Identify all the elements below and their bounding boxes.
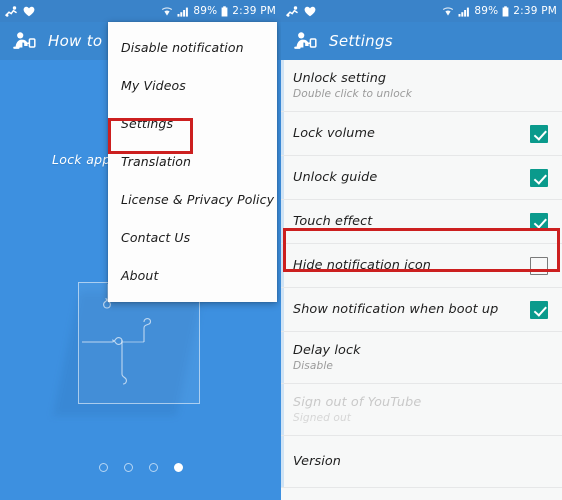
status-bar-right: 89% 2:39 PM bbox=[281, 0, 562, 22]
row-text-group: Show notification when boot up bbox=[293, 302, 520, 317]
page-dot-3[interactable] bbox=[148, 463, 158, 472]
wifi-icon bbox=[443, 6, 454, 16]
status-bar-left-icons bbox=[286, 5, 316, 17]
checkbox-hide-notification-icon[interactable] bbox=[530, 256, 548, 275]
status-bar-clock: 2:39 PM bbox=[232, 5, 276, 17]
menu-item-label: Contact Us bbox=[121, 229, 191, 245]
checkbox-touch-effect[interactable] bbox=[530, 212, 548, 231]
row-subtitle: Signed out bbox=[293, 412, 352, 424]
row-title: Unlock setting bbox=[293, 71, 387, 86]
row-subtitle: Double click to unlock bbox=[293, 88, 412, 100]
menu-item-license-privacy-policy[interactable]: License & Privacy Policy bbox=[108, 180, 277, 218]
status-bar-right-indicators: 89% 2:39 PM bbox=[161, 5, 276, 17]
menu-item-label: License & Privacy Policy bbox=[121, 191, 275, 207]
page-dot-4[interactable] bbox=[173, 463, 183, 472]
row-text-group: Sign out of YouTube Signed out bbox=[293, 395, 548, 424]
row-title: Unlock guide bbox=[293, 170, 378, 185]
settings-row-unlock-setting[interactable]: Unlock setting Double click to unlock bbox=[281, 60, 562, 112]
row-text-group: Unlock guide bbox=[293, 170, 520, 185]
menu-item-label: Disable notification bbox=[121, 39, 244, 55]
page-dot-1[interactable] bbox=[98, 463, 108, 472]
battery-percent-text: 89% bbox=[474, 5, 499, 17]
motion-icon bbox=[286, 5, 298, 17]
right-phone-panel: 89% 2:39 PM Settings Unlock setting Doub… bbox=[281, 0, 562, 500]
wifi-icon bbox=[162, 6, 173, 16]
checkbox-unlock-guide[interactable] bbox=[530, 168, 548, 187]
settings-row-hide-notification-icon[interactable]: Hide notification icon bbox=[281, 244, 562, 288]
menu-item-settings[interactable]: Settings bbox=[108, 104, 277, 142]
status-bar-right-indicators: 89% 2:39 PM bbox=[442, 5, 557, 17]
row-text-group: Touch effect bbox=[293, 214, 520, 229]
row-text-group: Hide notification icon bbox=[293, 258, 520, 273]
row-edge-marker bbox=[281, 332, 284, 383]
row-title: Sign out of YouTube bbox=[293, 395, 422, 410]
settings-list: Unlock setting Double click to unlock Lo… bbox=[281, 60, 562, 500]
menu-item-translation[interactable]: Translation bbox=[108, 142, 277, 180]
heart-icon bbox=[304, 6, 316, 16]
settings-row-lock-volume[interactable]: Lock volume bbox=[281, 112, 562, 156]
status-bar-clock: 2:39 PM bbox=[513, 5, 557, 17]
checkbox-lock-volume[interactable] bbox=[530, 124, 548, 143]
row-title: Hide notification icon bbox=[293, 258, 432, 273]
menu-item-disable-notification[interactable]: Disable notification bbox=[108, 28, 277, 66]
settings-row-sign-out-youtube: Sign out of YouTube Signed out bbox=[281, 384, 562, 436]
left-phone-panel: 89% 2:39 PM How to use Lock app Disable … bbox=[0, 0, 281, 500]
row-subtitle: Disable bbox=[293, 360, 333, 372]
battery-icon bbox=[502, 5, 509, 16]
status-bar-left-icons bbox=[5, 5, 35, 17]
row-edge-marker bbox=[281, 200, 284, 243]
row-title: Version bbox=[293, 454, 342, 469]
heart-icon bbox=[23, 6, 35, 16]
menu-item-label: Settings bbox=[121, 115, 174, 131]
page-dot-2[interactable] bbox=[123, 463, 133, 472]
row-edge-marker bbox=[281, 60, 284, 111]
settings-row-show-notification-boot[interactable]: Show notification when boot up bbox=[281, 288, 562, 332]
status-bar-left: 89% 2:39 PM bbox=[0, 0, 281, 22]
overflow-menu: Disable notification My Videos Settings … bbox=[108, 22, 277, 302]
menu-item-about[interactable]: About bbox=[108, 256, 277, 294]
row-title: Delay lock bbox=[293, 343, 361, 358]
row-text-group: Delay lock Disable bbox=[293, 343, 548, 372]
row-edge-marker bbox=[281, 156, 284, 199]
settings-row-unlock-guide[interactable]: Unlock guide bbox=[281, 156, 562, 200]
menu-item-label: My Videos bbox=[121, 77, 186, 93]
row-edge-marker bbox=[281, 112, 284, 155]
lock-app-label: Lock app bbox=[52, 152, 111, 167]
crawling-baby-icon bbox=[294, 32, 317, 49]
menu-item-my-videos[interactable]: My Videos bbox=[108, 66, 277, 104]
menu-item-contact-us[interactable]: Contact Us bbox=[108, 218, 277, 256]
row-title: Touch effect bbox=[293, 214, 373, 229]
row-edge-marker bbox=[281, 384, 284, 435]
settings-row-touch-effect[interactable]: Touch effect bbox=[281, 200, 562, 244]
page-indicator-dots[interactable] bbox=[0, 463, 281, 472]
signal-bars-icon bbox=[458, 7, 470, 17]
row-title: Show notification when boot up bbox=[293, 302, 499, 317]
checkbox-show-notification-boot[interactable] bbox=[530, 300, 548, 319]
battery-percent-text: 89% bbox=[193, 5, 218, 17]
signal-bars-icon bbox=[177, 7, 189, 17]
row-edge-marker bbox=[281, 436, 284, 487]
screenshot-root: 89% 2:39 PM How to use Lock app Disable … bbox=[0, 0, 562, 500]
menu-item-label: About bbox=[121, 267, 159, 283]
row-edge-marker bbox=[281, 244, 284, 287]
settings-row-delay-lock[interactable]: Delay lock Disable bbox=[281, 332, 562, 384]
battery-icon bbox=[221, 5, 228, 16]
settings-row-version[interactable]: Version bbox=[281, 436, 562, 488]
right-panel-title: Settings bbox=[329, 32, 393, 50]
row-text-group: Version bbox=[293, 454, 548, 469]
menu-item-label: Translation bbox=[121, 153, 192, 169]
motion-icon bbox=[5, 5, 17, 17]
row-text-group: Unlock setting Double click to unlock bbox=[293, 71, 548, 100]
crawling-baby-icon bbox=[13, 32, 36, 49]
app-bar-right: Settings bbox=[281, 22, 562, 60]
row-text-group: Lock volume bbox=[293, 126, 520, 141]
row-title: Lock volume bbox=[293, 126, 375, 141]
row-edge-marker bbox=[281, 288, 284, 331]
